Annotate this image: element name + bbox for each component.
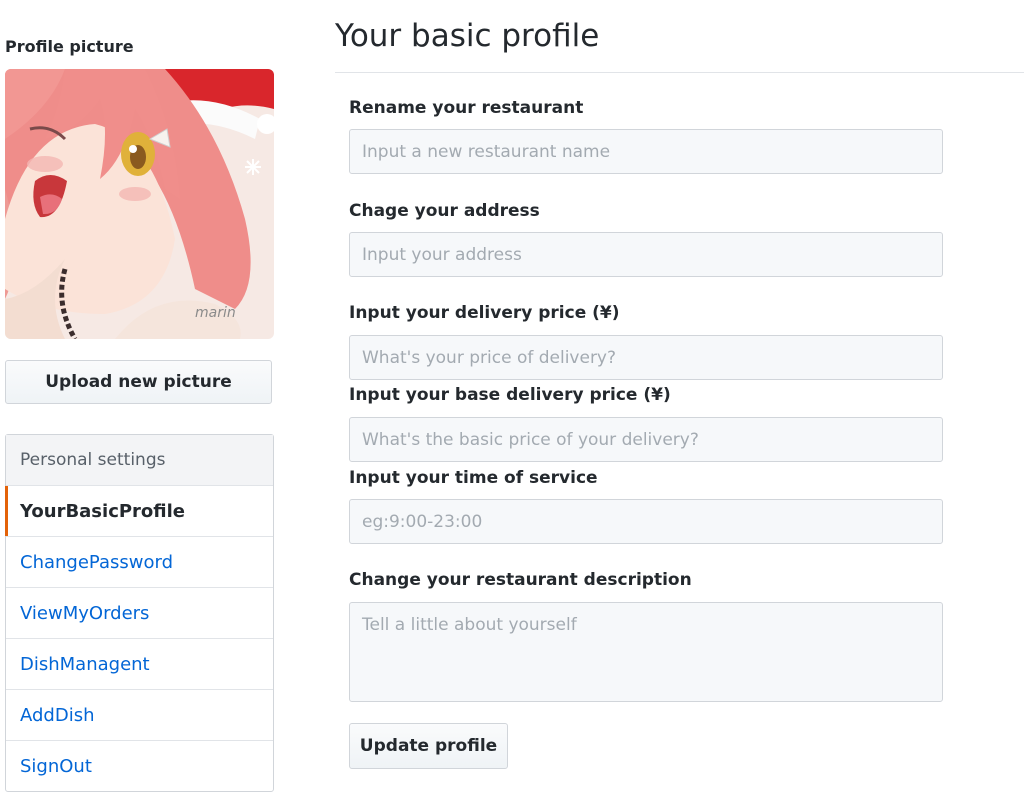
- menu-item-view-my-orders[interactable]: ViewMyOrders: [6, 588, 273, 639]
- base-delivery-price-label: Input your base delivery price (¥): [349, 385, 671, 405]
- menu-item-your-basic-profile[interactable]: YourBasicProfile: [5, 486, 273, 537]
- service-time-label: Input your time of service: [349, 468, 598, 488]
- description-textarea[interactable]: [349, 602, 943, 702]
- address-label: Chage your address: [349, 201, 540, 221]
- menu-item-add-dish[interactable]: AddDish: [6, 690, 273, 741]
- page-title: Your basic profile: [335, 18, 600, 54]
- menu-item-change-password[interactable]: ChangePassword: [6, 537, 273, 588]
- title-divider: [335, 72, 1024, 73]
- settings-menu: Personal settings YourBasicProfile Chang…: [5, 434, 274, 792]
- address-input[interactable]: [349, 232, 943, 277]
- restaurant-name-input[interactable]: [349, 129, 943, 174]
- rename-label: Rename your restaurant: [349, 98, 584, 118]
- menu-heading: Personal settings: [6, 435, 273, 486]
- delivery-price-input[interactable]: [349, 335, 943, 380]
- service-time-input[interactable]: [349, 499, 943, 544]
- delivery-price-label: Input your delivery price (¥): [349, 303, 620, 323]
- update-profile-button[interactable]: Update profile: [349, 723, 508, 769]
- snowflake-icon: [245, 159, 261, 175]
- menu-item-sign-out[interactable]: SignOut: [6, 741, 273, 791]
- avatar-signature: marin: [195, 305, 236, 321]
- menu-item-dish-management[interactable]: DishManagent: [6, 639, 273, 690]
- upload-picture-button[interactable]: Upload new picture: [5, 360, 272, 404]
- avatar: marin: [5, 69, 274, 339]
- base-delivery-price-input[interactable]: [349, 417, 943, 462]
- profile-picture-label: Profile picture: [5, 37, 134, 56]
- description-label: Change your restaurant description: [349, 570, 692, 590]
